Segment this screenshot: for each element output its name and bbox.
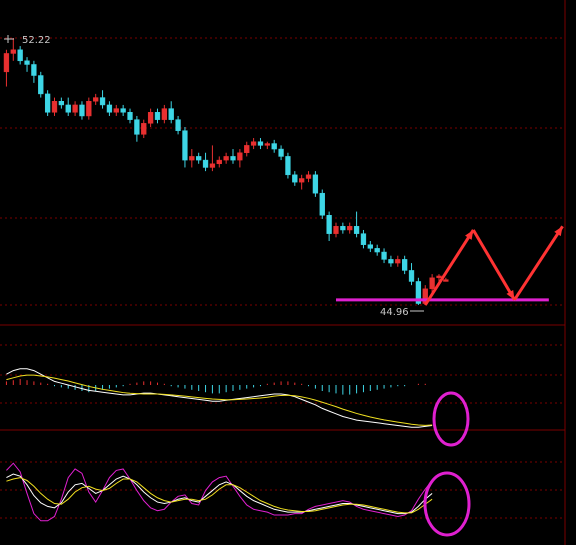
candle-body	[202, 159, 209, 168]
candle-body	[278, 148, 284, 157]
candle-body	[106, 104, 113, 113]
candle-body	[127, 112, 133, 120]
right-axis-blanks	[564, 0, 576, 545]
candle-body	[429, 277, 435, 290]
candle-body	[305, 174, 312, 179]
candle-body	[264, 143, 270, 146]
candle-body	[93, 97, 99, 102]
candle-body	[257, 141, 264, 146]
candle-body	[367, 244, 373, 249]
candle-body	[24, 60, 30, 65]
candle-body	[360, 233, 367, 245]
candle-body	[223, 156, 229, 161]
candle-body	[51, 101, 58, 113]
candle-body	[436, 275, 442, 279]
candle-body	[65, 104, 71, 113]
candle-body	[72, 104, 78, 113]
candle-body	[17, 49, 23, 62]
candle-body	[120, 108, 126, 113]
candle-body	[312, 174, 319, 194]
candle-body	[141, 123, 147, 135]
candle-body	[381, 251, 387, 260]
candle-body	[271, 143, 277, 150]
candle-body	[250, 141, 257, 146]
candle-body	[58, 101, 65, 106]
candle-body	[326, 215, 332, 234]
high-price-label: 52.22	[22, 35, 51, 46]
candle-body	[31, 64, 37, 76]
candle-body	[168, 108, 174, 120]
candle-body	[401, 259, 408, 271]
candle-body	[299, 178, 305, 183]
candle-body	[395, 259, 401, 264]
candle-body	[388, 259, 394, 264]
candle-body	[134, 119, 140, 135]
candle-body	[347, 226, 353, 231]
candle-body	[113, 108, 119, 113]
candle-body	[38, 75, 44, 95]
candle-body	[161, 108, 168, 120]
candle-body	[216, 159, 222, 165]
candle-body	[10, 49, 16, 54]
candle-body	[353, 226, 360, 234]
candle-body	[182, 130, 188, 161]
candle-body	[86, 101, 92, 117]
candle-body	[99, 97, 106, 106]
candle-body	[154, 112, 161, 120]
candle-body	[209, 163, 216, 168]
candle-body	[196, 156, 202, 161]
candle-body	[319, 192, 325, 216]
candle-body	[443, 279, 449, 282]
candle-body	[408, 270, 415, 282]
candle-body	[333, 226, 339, 234]
candle-body	[340, 226, 346, 231]
candle-body	[3, 53, 10, 73]
low-price-label: 44.96	[380, 307, 409, 318]
stock-chart: 52.22 44.96	[0, 0, 576, 545]
candle-body	[44, 93, 51, 113]
candle-body	[189, 156, 195, 161]
candle-body	[147, 112, 154, 124]
candle-body	[79, 104, 85, 117]
candle-body	[374, 248, 380, 253]
candle-body	[230, 156, 236, 161]
candle-body	[237, 152, 243, 161]
candle-body	[285, 156, 291, 176]
candle-body	[244, 145, 250, 153]
candle-body	[292, 174, 298, 183]
candle-body	[175, 119, 181, 131]
